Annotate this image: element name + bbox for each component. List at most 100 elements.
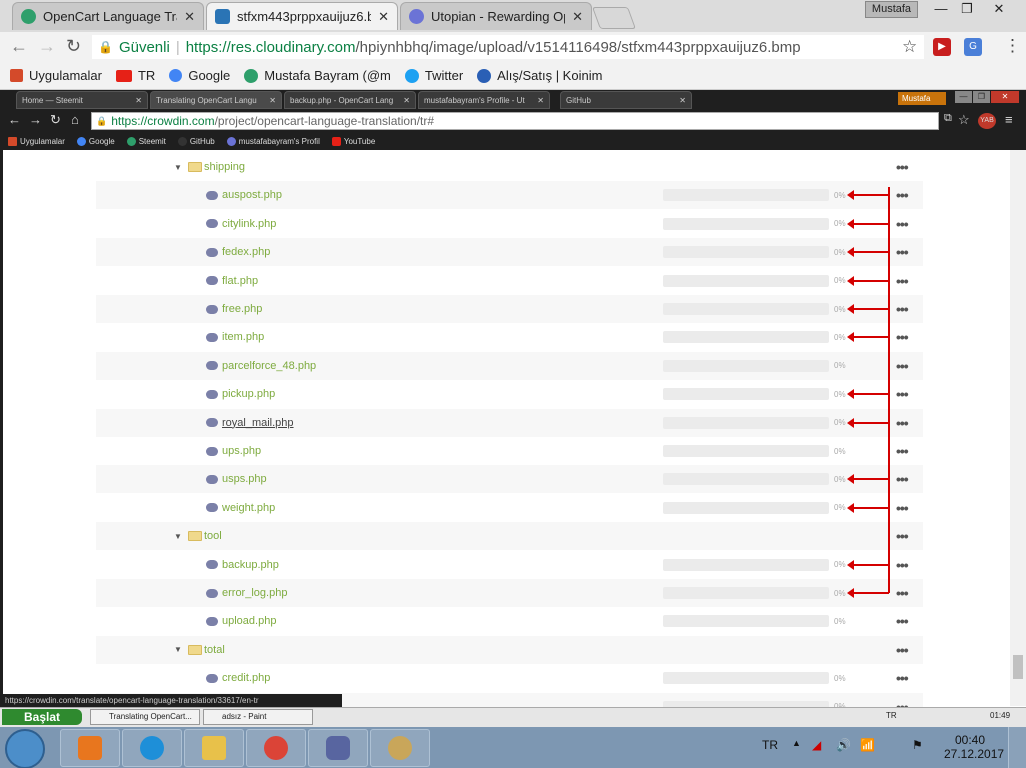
star-icon[interactable]: ☆ [902, 37, 917, 57]
more-options-icon[interactable]: ••• [896, 670, 909, 686]
file-row[interactable]: flat.php 0% ••• [96, 267, 923, 295]
file-name[interactable]: royal_mail.php [222, 417, 294, 429]
inner-maximize-button[interactable]: ❐ [973, 91, 990, 103]
more-options-icon[interactable]: ••• [896, 244, 909, 260]
bookmark-apps[interactable]: Uygulamalar [10, 68, 102, 83]
file-name[interactable]: upload.php [222, 615, 276, 627]
file-row[interactable]: pickup.php 0% ••• [96, 380, 923, 408]
inner-bookmark-github[interactable]: GitHub [177, 137, 215, 146]
file-name[interactable]: flat.php [222, 275, 258, 287]
outer-tab-1[interactable]: stfxm443prppxauijuz6.bm ✕ [206, 2, 398, 30]
caret-down-icon[interactable]: ▼ [174, 532, 182, 541]
inner-tab-4[interactable]: GitHub ✕ [560, 91, 692, 109]
file-name[interactable]: free.php [222, 303, 262, 315]
file-name[interactable]: error_log.php [222, 587, 287, 599]
close-icon[interactable]: ✕ [537, 96, 544, 105]
file-row[interactable]: credit.php 0% ••• [96, 664, 923, 692]
close-icon[interactable]: ✕ [679, 96, 686, 105]
back-icon[interactable]: ← [10, 36, 28, 57]
file-name[interactable]: ups.php [222, 445, 261, 457]
file-row[interactable]: citylink.php 0% ••• [96, 210, 923, 238]
more-options-icon[interactable]: ••• [896, 386, 909, 402]
more-options-icon[interactable]: ••• [896, 159, 909, 175]
folder-row[interactable]: ▼ total ••• [96, 635, 923, 664]
inner-tab-2[interactable]: backup.php - OpenCart Lang ✕ [284, 91, 416, 109]
network-icon[interactable]: 📶 [860, 738, 875, 752]
close-icon[interactable]: ✕ [378, 9, 389, 25]
discord-icon[interactable] [308, 729, 368, 767]
inner-tab-0[interactable]: Home — Steemit ✕ [16, 91, 148, 109]
file-name[interactable]: auspost.php [222, 189, 282, 201]
taskbar-item-paint[interactable]: adsız - Paint [203, 709, 313, 725]
close-window-button[interactable]: ✕ [986, 0, 1012, 18]
inner-star-icon[interactable]: ☆ [958, 112, 970, 128]
profile-button[interactable]: Mustafa [865, 1, 918, 18]
inner-minimize-button[interactable]: — [955, 91, 972, 103]
system-clock[interactable]: 00:40 27.12.2017 [944, 733, 1004, 761]
more-options-icon[interactable]: ••• [896, 216, 909, 232]
more-options-icon[interactable]: ••• [896, 329, 909, 345]
inner-lang-indicator[interactable]: TR [886, 711, 897, 720]
file-row[interactable]: fedex.php 0% ••• [96, 238, 923, 267]
inner-translate-icon[interactable]: ⧉ [944, 112, 952, 125]
new-tab-button[interactable] [591, 7, 637, 29]
file-row[interactable]: error_log.php 0% ••• [96, 579, 923, 607]
action-center-icon[interactable]: ⚑ [912, 738, 923, 752]
close-icon[interactable]: ✕ [135, 96, 142, 105]
file-name[interactable]: parcelforce_48.php [222, 360, 316, 372]
folder-name[interactable]: shipping [204, 161, 245, 173]
show-desktop-button[interactable] [1008, 727, 1026, 768]
file-name[interactable]: backup.php [222, 559, 279, 571]
taskbar-item-chrome[interactable]: Translating OpenCart... [90, 709, 200, 725]
inner-close-window-button[interactable]: ✕ [991, 91, 1019, 103]
scrollbar-thumb[interactable] [1013, 655, 1023, 679]
file-row[interactable]: auspost.php 0% ••• [96, 181, 923, 210]
inner-tab-1[interactable]: Translating OpenCart Langu ✕ [150, 91, 282, 109]
close-icon[interactable]: ✕ [403, 96, 410, 105]
bookmark-steemit[interactable]: Mustafa Bayram (@m [244, 68, 391, 83]
bookmark-twitter[interactable]: Twitter [404, 68, 463, 83]
scrollbar[interactable] [1010, 150, 1026, 706]
file-name[interactable]: pickup.php [222, 388, 275, 400]
file-row[interactable]: item.php 0% ••• [96, 323, 923, 351]
outer-tab-0[interactable]: OpenCart Language Tran ✕ [12, 2, 204, 30]
more-options-icon[interactable]: ••• [896, 358, 909, 374]
inner-bookmark-google[interactable]: Google [76, 137, 115, 146]
caret-down-icon[interactable]: ▼ [174, 645, 182, 654]
tray-expand-icon[interactable]: ▲ [792, 738, 801, 748]
bookmark-tr[interactable]: TR [115, 68, 155, 83]
translate-icon[interactable]: G [964, 38, 982, 56]
inner-home-icon[interactable]: ⌂ [71, 112, 79, 127]
more-options-icon[interactable]: ••• [896, 585, 909, 601]
minimize-button[interactable]: — [928, 0, 954, 18]
file-row[interactable]: parcelforce_48.php 0% ••• [96, 351, 923, 380]
more-options-icon[interactable]: ••• [896, 443, 909, 459]
antivirus-icon[interactable]: ◢ [812, 738, 821, 752]
file-row[interactable]: free.php 0% ••• [96, 295, 923, 323]
lang-indicator[interactable]: TR [762, 738, 778, 752]
forward-icon[interactable]: → [38, 36, 56, 57]
volume-icon[interactable]: 🔊 [836, 738, 851, 752]
address-bar[interactable]: 🔒 Güvenli | https://res.cloudinary.com/h… [92, 35, 924, 59]
inner-forward-icon[interactable]: → [29, 112, 42, 127]
ext-red-icon[interactable]: ▶ [933, 38, 951, 56]
more-options-icon[interactable]: ••• [896, 187, 909, 203]
inner-bookmark-steemit[interactable]: Steemit [126, 137, 166, 146]
close-icon[interactable]: ✕ [572, 9, 583, 25]
file-row[interactable]: weight.php 0% ••• [96, 494, 923, 522]
more-options-icon[interactable]: ••• [896, 500, 909, 516]
inner-address-bar[interactable]: 🔒 https://crowdin.com/project/opencart-l… [91, 112, 939, 130]
file-name[interactable]: usps.php [222, 473, 267, 485]
file-name[interactable]: citylink.php [222, 218, 276, 230]
caret-down-icon[interactable]: ▼ [174, 163, 182, 172]
file-name[interactable]: item.php [222, 331, 264, 343]
inner-back-icon[interactable]: ← [8, 112, 21, 127]
file-name[interactable]: credit.php [222, 672, 270, 684]
bookmark-koinim[interactable]: Alış/Satış | Koinim [477, 68, 602, 83]
outer-tab-2[interactable]: Utopian - Rewarding Op ✕ [400, 2, 592, 30]
more-options-icon[interactable]: ••• [896, 557, 909, 573]
start-button[interactable]: Başlat [2, 709, 82, 725]
file-name[interactable]: weight.php [222, 502, 275, 514]
file-row[interactable]: ups.php 0% ••• [96, 437, 923, 465]
file-row[interactable]: backup.php 0% ••• [96, 551, 923, 579]
